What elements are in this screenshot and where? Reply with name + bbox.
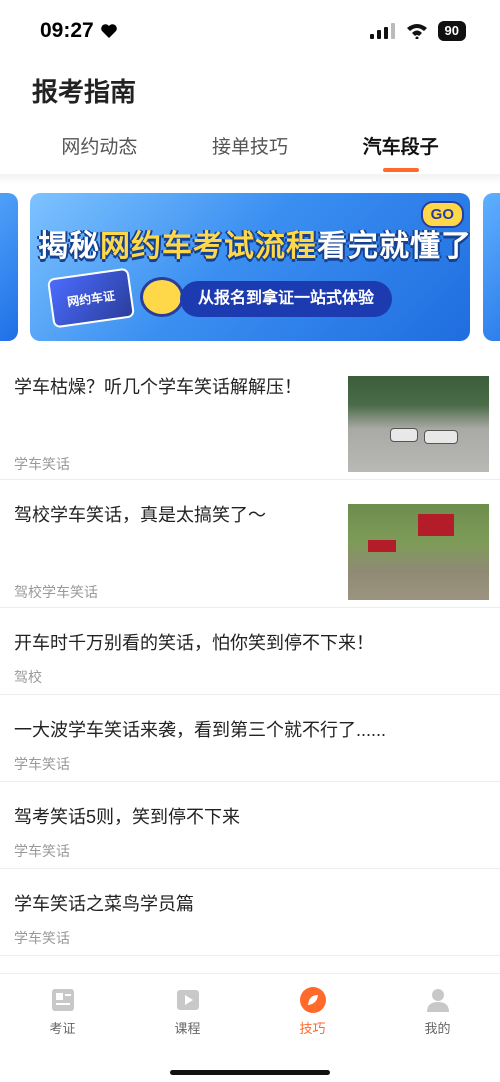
go-badge: GO	[420, 201, 464, 228]
article-title: 开车时千万别看的笑话，怕你笑到停不下来！	[14, 633, 374, 653]
status-indicators: 90	[369, 21, 466, 41]
banner-exam-process[interactable]: 揭秘网约车考试流程看完就懂了 GO 网约车证 从报名到拿证一站式体验	[30, 193, 470, 341]
banner-next-peek[interactable]	[483, 193, 500, 341]
banner-prev-peek[interactable]	[0, 193, 18, 341]
nav-label: 课程	[174, 1021, 201, 1036]
article-tag: 学车笑话	[14, 843, 70, 859]
tab-label: 接单技巧	[211, 137, 288, 158]
time-text: 09:27	[40, 19, 94, 42]
active-tab-indicator	[382, 168, 419, 172]
nav-label: 考证	[49, 1021, 76, 1036]
article-tag: 驾校学车笑话	[14, 584, 98, 600]
wifi-icon	[406, 24, 427, 39]
tab-bar: 网约动态 接单技巧 汽车段子	[0, 124, 500, 174]
course-video-icon	[176, 990, 199, 1010]
article-thumbnail	[348, 504, 489, 600]
heart-icon	[100, 24, 117, 38]
list-item[interactable]: 驾考笑话5则，笑到停不下来 学车笑话	[0, 782, 500, 869]
banner-title-part2: 看完就懂了	[317, 230, 470, 263]
tab-label: 网约动态	[61, 137, 138, 158]
car-shape	[424, 430, 458, 444]
bottom-nav: 考证 课程 技巧 我的	[0, 973, 500, 1082]
page-title: 报考指南	[32, 77, 137, 107]
list-item[interactable]: 学车枯燥？听几个学车笑话解解压！ 学车笑话	[0, 352, 500, 480]
article-title: 学车笑话之菜鸟学员篇	[14, 894, 194, 914]
nav-label: 我的	[424, 1021, 451, 1036]
banner-carousel[interactable]: 揭秘网约车考试流程看完就懂了 GO 网约车证 从报名到拿证一站式体验	[0, 193, 500, 341]
home-indicator	[170, 1070, 330, 1075]
article-title: 一大波学车笑话来袭，看到第三个就不行了......	[14, 720, 387, 740]
battery-indicator: 90	[437, 21, 466, 41]
tab-car-jokes[interactable]: 汽车段子	[331, 124, 471, 174]
nav-item-course[interactable]: 课程	[138, 986, 238, 1082]
article-tag: 学车笑话	[14, 756, 70, 772]
article-title: 学车枯燥？听几个学车笑话解解压！	[14, 377, 302, 397]
tab-label: 汽车段子	[362, 137, 439, 158]
road-sign	[418, 514, 454, 536]
megaphone-icon	[140, 277, 184, 317]
list-item[interactable]: 一大波学车笑话来袭，看到第三个就不行了...... 学车笑话	[0, 695, 500, 782]
article-thumbnail	[348, 376, 489, 472]
banner-title-highlight: 网约车考试流程	[100, 230, 317, 263]
status-bar: 09:27 90	[0, 0, 500, 62]
compass-leaf-icon	[299, 987, 326, 1013]
nav-item-profile[interactable]: 我的	[388, 986, 488, 1082]
nav-item-tips[interactable]: 技巧	[263, 986, 363, 1082]
car-shape	[390, 428, 418, 442]
article-tag: 驾校	[14, 669, 42, 685]
article-list: 学车枯燥？听几个学车笑话解解压！ 学车笑话 驾校学车笑话，真是太搞笑了～ 驾校学…	[0, 352, 500, 956]
tab-order-tips[interactable]: 接单技巧	[180, 124, 320, 174]
article-title: 驾考笑话5则，笑到停不下来	[14, 807, 241, 827]
nav-label: 技巧	[299, 1021, 326, 1036]
license-card-text: 网约车证	[66, 288, 116, 309]
license-card-icon: 网约车证	[46, 267, 136, 329]
banner-title-part1: 揭秘	[38, 230, 100, 263]
list-item[interactable]: 学车笑话之菜鸟学员篇 学车笑话	[0, 869, 500, 956]
tabs-divider	[0, 174, 500, 184]
article-title: 驾校学车笑话，真是太搞笑了～	[14, 505, 266, 525]
nav-item-exam[interactable]: 考证	[13, 986, 113, 1082]
list-item[interactable]: 驾校学车笑话，真是太搞笑了～ 驾校学车笑话	[0, 480, 500, 608]
status-time: 09:27	[40, 19, 118, 43]
list-item[interactable]: 开车时千万别看的笑话，怕你笑到停不下来！ 驾校	[0, 608, 500, 695]
tab-ride-hailing-news[interactable]: 网约动态	[29, 124, 169, 174]
road-sign	[368, 540, 396, 552]
banner-title: 揭秘网约车考试流程看完就懂了	[38, 221, 470, 265]
exam-icon	[51, 989, 74, 1011]
article-tag: 学车笑话	[14, 456, 70, 472]
signal-icon	[369, 23, 395, 39]
article-tag: 学车笑话	[14, 930, 70, 946]
profile-icon	[426, 989, 449, 1012]
banner-subtitle: 从报名到拿证一站式体验	[180, 281, 393, 317]
